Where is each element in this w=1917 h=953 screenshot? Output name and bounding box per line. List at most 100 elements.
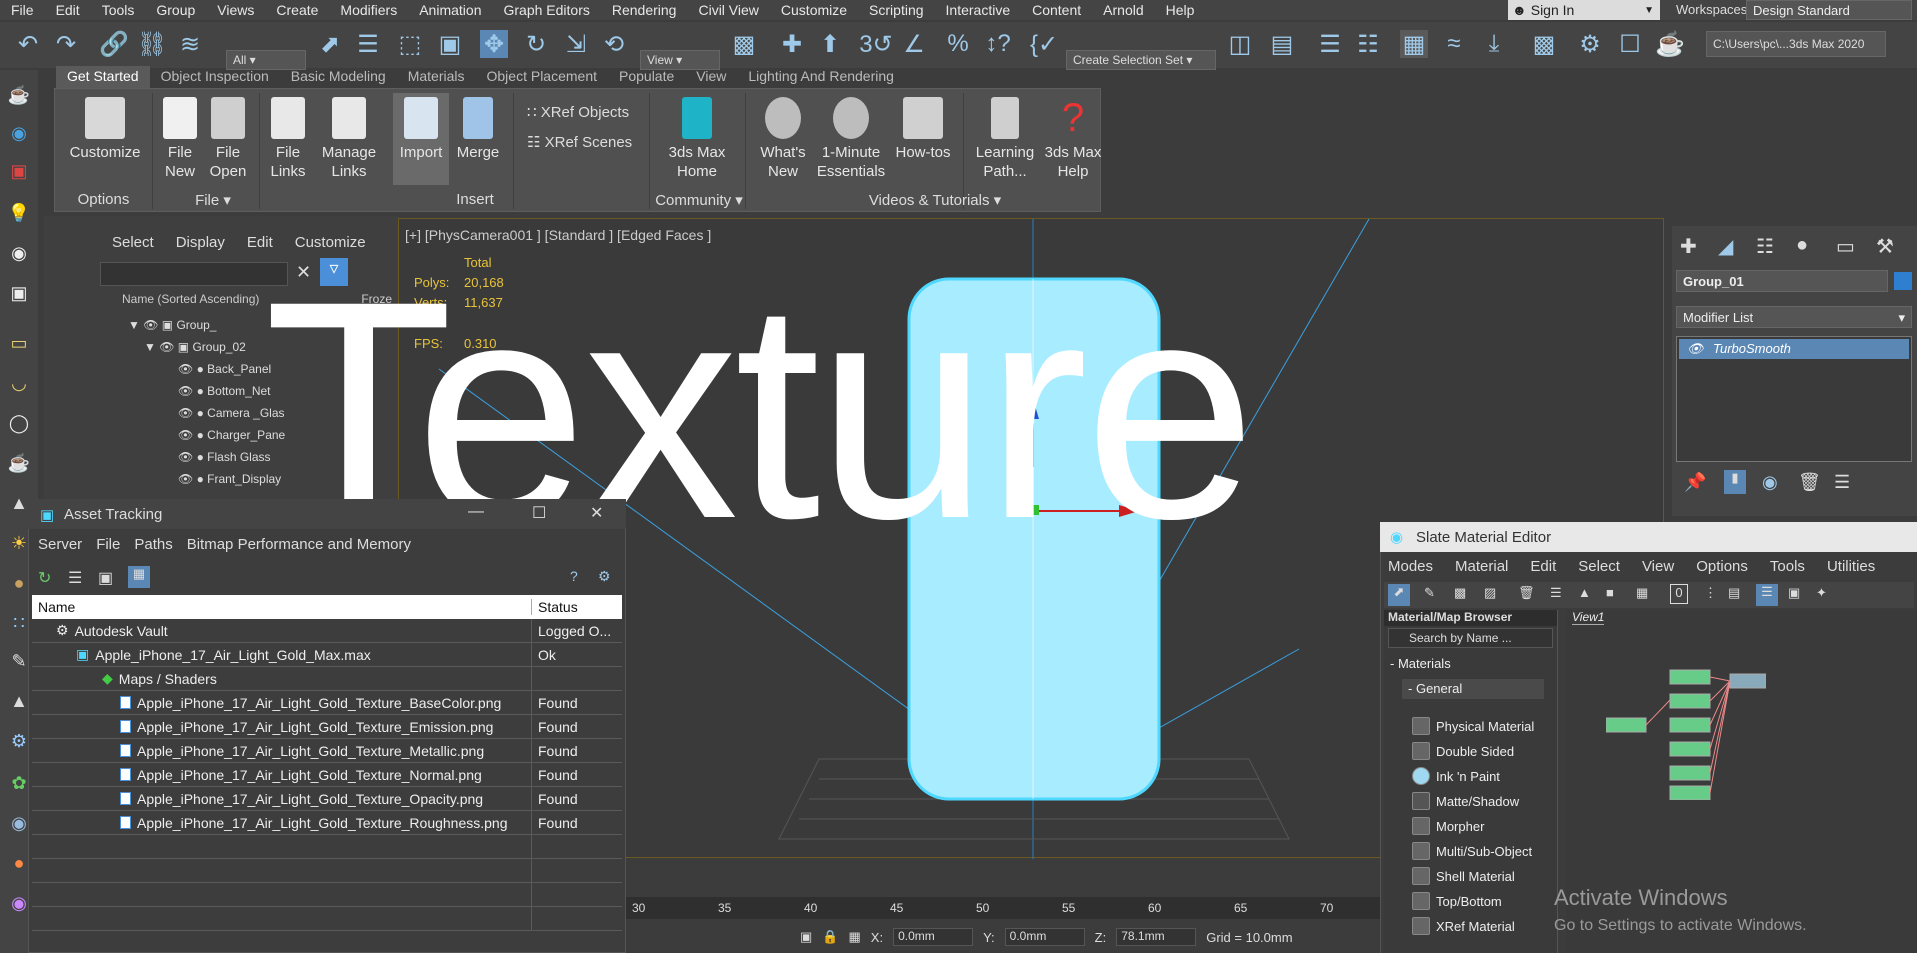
pin-stack-icon[interactable]: 📌: [1684, 472, 1706, 493]
material-item[interactable]: Multi/Sub-Object: [1412, 840, 1552, 862]
rendered-frame-window-icon[interactable]: ☐: [1616, 30, 1644, 58]
select-by-name-icon[interactable]: ☰: [354, 30, 382, 58]
sign-in-button[interactable]: ☻ Sign In ▼: [1508, 0, 1660, 20]
show-map-icon[interactable]: ■: [1606, 585, 1614, 600]
film-camera-icon[interactable]: ▣: [6, 280, 32, 306]
menu-animation[interactable]: Animation: [408, 2, 492, 18]
slate-menu-modes[interactable]: Modes: [1388, 558, 1433, 575]
named-selection-set-dropdown[interactable]: Create Selection Set ▾: [1066, 50, 1216, 70]
move-icon[interactable]: ✥: [480, 30, 508, 58]
eye-icon[interactable]: 👁 ●: [178, 384, 207, 398]
bind-space-warp-icon[interactable]: ≋: [176, 30, 204, 58]
materials-rollout[interactable]: - Materials: [1384, 656, 1557, 671]
unlink-icon[interactable]: ⛓: [137, 30, 167, 58]
render-icon[interactable]: ▣: [6, 158, 32, 184]
motion-tab-icon[interactable]: ●: [1796, 234, 1808, 257]
menu-civil-view[interactable]: Civil View: [687, 2, 769, 18]
selection-lock-icon[interactable]: ▣: [800, 929, 812, 945]
scene-search-input[interactable]: [100, 262, 288, 286]
menu-arnold[interactable]: Arnold: [1092, 2, 1154, 18]
scale-icon[interactable]: ⇲: [562, 30, 590, 58]
eye-icon[interactable]: 👁: [1687, 341, 1704, 357]
manage-links-button[interactable]: Manage Links: [317, 97, 381, 181]
table-row[interactable]: Apple_iPhone_17_Air_Light_Gold_Texture_N…: [32, 762, 622, 787]
keyboard-shortcut-icon[interactable]: ⬆: [816, 30, 844, 58]
teapot-small-icon[interactable]: ☕: [6, 450, 32, 476]
scene-item[interactable]: 👁 ● Bottom_Net: [178, 380, 271, 402]
edit-named-selection-icon[interactable]: {✓: [1030, 30, 1058, 58]
modifier-stack-item[interactable]: 👁 TurboSmooth: [1679, 339, 1909, 359]
curve-editor-icon[interactable]: ≈: [1440, 30, 1468, 58]
xref-objects-button[interactable]: ∷ XRef Objects: [527, 103, 629, 121]
modify-tab-icon[interactable]: ◢: [1718, 234, 1733, 259]
workspace-select[interactable]: Design Standard: [1746, 0, 1912, 20]
schematic-view-icon[interactable]: ⤓: [1480, 30, 1508, 58]
window-crossing-icon[interactable]: ▣: [436, 30, 464, 58]
material-item[interactable]: Top/Bottom: [1412, 890, 1552, 912]
tab-object-placement[interactable]: Object Placement: [476, 66, 609, 88]
teapot-icon[interactable]: ☕: [6, 82, 32, 108]
sample-slot-icon[interactable]: 0: [1670, 584, 1688, 604]
hierarchy-tab-icon[interactable]: ☷: [1756, 234, 1774, 259]
render-setup-icon[interactable]: ⚙: [1576, 30, 1604, 58]
list-view-icon[interactable]: ☰: [68, 568, 82, 588]
group-community[interactable]: Community ▾: [649, 191, 749, 209]
table-row[interactable]: Apple_iPhone_17_Air_Light_Gold_Texture_B…: [32, 690, 622, 715]
layout-children-icon[interactable]: ▤: [1728, 585, 1740, 601]
parameter-editor-icon[interactable]: ▣: [1788, 585, 1800, 601]
show-end-result-icon[interactable]: ▮: [1724, 470, 1746, 494]
menu-content[interactable]: Content: [1021, 2, 1092, 18]
scene-item-group-01[interactable]: ▼ 👁 ▣ Group_: [128, 314, 216, 336]
3ds-max-help-button[interactable]: ? 3ds Max Help: [1041, 97, 1105, 181]
whats-new-button[interactable]: What's New: [755, 97, 811, 181]
create-tab-icon[interactable]: ✚: [1680, 234, 1697, 259]
table-view-icon[interactable]: ▦: [128, 566, 150, 588]
place-icon[interactable]: ⟲: [600, 30, 628, 58]
how-tos-button[interactable]: How-tos: [891, 97, 955, 162]
y-coordinate-field[interactable]: 0.0mm: [1004, 928, 1085, 946]
slate-menu-options[interactable]: Options: [1696, 558, 1748, 575]
minimize-icon[interactable]: —: [468, 503, 484, 521]
scene-menu-select[interactable]: Select: [112, 234, 154, 251]
xref-scenes-button[interactable]: ☷ XRef Scenes: [527, 133, 632, 151]
material-item[interactable]: Matte/Shadow: [1412, 790, 1552, 812]
undo-icon[interactable]: ↶: [14, 30, 42, 58]
x-coordinate-field[interactable]: 0.0mm: [893, 928, 974, 946]
material-editor-icon[interactable]: ▩: [1530, 30, 1558, 58]
select-object-icon[interactable]: ⬈: [316, 30, 344, 58]
menu-file[interactable]: File: [0, 2, 45, 18]
import-button[interactable]: Import: [393, 93, 449, 185]
thumbnail-view-icon[interactable]: ▣: [98, 568, 113, 588]
customize-button[interactable]: Customize: [65, 97, 145, 162]
menu-edit[interactable]: Edit: [45, 2, 91, 18]
tab-object-inspection[interactable]: Object Inspection: [150, 66, 280, 88]
table-row[interactable]: Apple_iPhone_17_Air_Light_Gold_Texture_R…: [32, 810, 622, 835]
tab-view[interactable]: View: [685, 66, 737, 88]
asset-menu-file[interactable]: File: [96, 536, 120, 553]
lock-icon[interactable]: 🔒: [822, 929, 838, 945]
rectangle-icon[interactable]: ▭: [6, 330, 32, 356]
mirror-icon[interactable]: ◫: [1226, 30, 1254, 58]
material-item[interactable]: Double Sided: [1412, 740, 1552, 762]
general-rollout[interactable]: - General: [1402, 679, 1544, 699]
menu-help[interactable]: Help: [1155, 2, 1206, 18]
dome-icon[interactable]: ◡: [6, 370, 32, 396]
merge-button[interactable]: Merge: [453, 97, 503, 162]
refresh-icon[interactable]: ↻: [38, 568, 51, 588]
material-item[interactable]: Physical Material: [1412, 715, 1552, 737]
layout-icon[interactable]: ⋮: [1704, 585, 1717, 601]
group-file[interactable]: File ▾: [183, 191, 243, 209]
light-bulb-icon[interactable]: 💡: [6, 200, 32, 226]
tab-materials[interactable]: Materials: [397, 66, 476, 88]
modifier-list-dropdown[interactable]: Modifier List ▾: [1676, 306, 1912, 328]
manipulate-icon[interactable]: ✚: [778, 30, 806, 58]
eye-icon[interactable]: 👁 ●: [178, 450, 207, 464]
ring-icon[interactable]: ◯: [6, 410, 32, 436]
menu-create[interactable]: Create: [265, 2, 329, 18]
file-new-button[interactable]: File New: [157, 97, 203, 181]
hide-unused-icon[interactable]: ▲: [1578, 585, 1591, 600]
asset-menu-server[interactable]: Server: [38, 536, 82, 553]
project-path-field[interactable]: C:\Users\pc\...3ds Max 2020: [1706, 31, 1886, 57]
tab-basic-modeling[interactable]: Basic Modeling: [280, 66, 397, 88]
view-tab[interactable]: View1: [1572, 610, 1605, 625]
